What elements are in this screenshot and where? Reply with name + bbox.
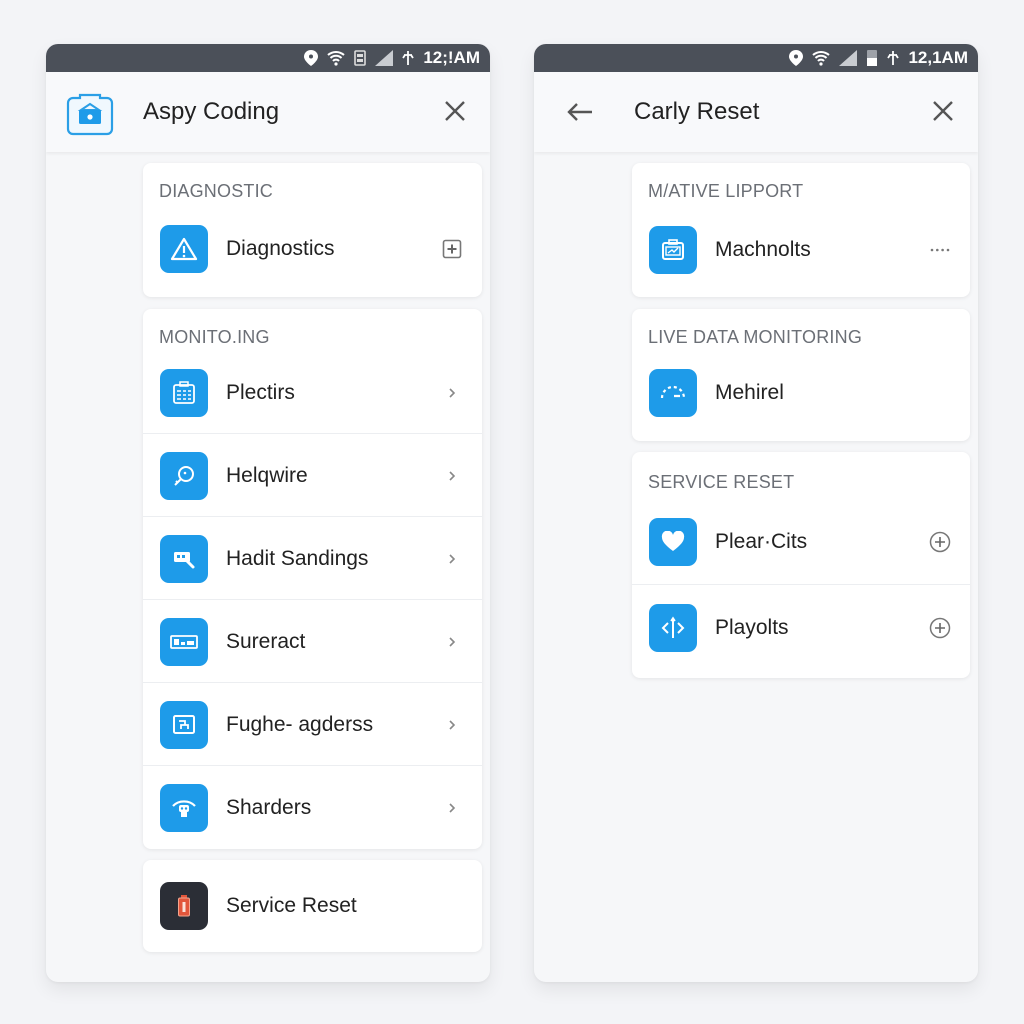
page-title: Aspy Coding (143, 98, 280, 125)
phone-screen-right: 12,1AM Carly Reset M/ATIVE LIPPORT Machn… (534, 44, 978, 982)
status-time: 12;!AM (423, 48, 480, 67)
signal-icon (375, 50, 394, 66)
divider (143, 682, 482, 683)
chevron-right-icon (440, 630, 464, 654)
item-label: Playolts (715, 616, 789, 639)
clipboard-grid-icon (160, 369, 208, 417)
page-title: Carly Reset (634, 98, 760, 125)
circle-plus-icon[interactable] (928, 616, 952, 640)
arrow-left-icon (567, 103, 592, 121)
section-card-monitoring: MONITO.ING Plectirs Helqwire Hadit Sandi… (143, 309, 482, 849)
item-label: Mehirel (715, 381, 784, 404)
list-item-plectirs[interactable]: Plectirs (143, 368, 482, 418)
close-button[interactable] (928, 96, 958, 126)
close-icon (933, 101, 953, 121)
display-panel-icon (160, 618, 208, 666)
item-label: Sharders (226, 796, 312, 819)
section-card-service-reset: SERVICE RESET Plear·Cits Playolts (632, 452, 970, 678)
status-bar: 12;!AM (46, 44, 490, 72)
wifi-robot-icon (160, 784, 208, 832)
app-bar: Aspy Coding (46, 72, 490, 152)
section-title: M/ATIVE LIPPORT (648, 181, 804, 201)
status-time: 12,1AM (908, 48, 968, 67)
phone-screen-left: 12;!AM Aspy Coding DIAGNOSTIC Diagnostic… (46, 44, 490, 982)
list-item-diagnostics[interactable]: Diagnostics (143, 224, 482, 274)
location-icon (304, 50, 319, 66)
divider (143, 599, 482, 600)
status-bar: 12,1AM (534, 44, 978, 72)
chevron-right-icon (440, 464, 464, 488)
item-label: Plectirs (226, 381, 295, 404)
list-item-helqwire[interactable]: Helqwire (143, 451, 482, 501)
item-label: Fughe- agderss (226, 713, 374, 736)
list-item-mehirel[interactable]: Mehirel (632, 368, 970, 418)
toolbox-icon (649, 226, 697, 274)
signal-icon (839, 50, 858, 66)
item-label: Service Reset (226, 894, 357, 917)
sim-icon (354, 50, 367, 66)
item-label: Hadit Sandings (226, 547, 369, 570)
divider (632, 584, 970, 585)
wifi-icon (327, 50, 345, 66)
list-item-fughe-agderss[interactable]: Fughe- agderss (143, 700, 482, 750)
chevron-right-icon (440, 713, 464, 737)
battery-icon (160, 882, 208, 930)
list-item-playolts[interactable]: Playolts (632, 603, 970, 653)
list-item-plear-cits[interactable]: Plear·Cits (632, 517, 970, 567)
chevron-right-icon (440, 796, 464, 820)
code-icon (649, 604, 697, 652)
more-dots-icon[interactable] (928, 238, 952, 262)
close-icon (445, 101, 465, 121)
item-label: Sureract (226, 630, 306, 653)
item-label: Machnolts (715, 238, 811, 261)
plus-square-icon[interactable] (440, 237, 464, 261)
list-item-machnolts[interactable]: Machnolts (632, 225, 970, 275)
section-card-live-data: LIVE DATA MONITORING Mehirel (632, 309, 970, 441)
divider (143, 765, 482, 766)
magnifier-icon (160, 452, 208, 500)
list-item-sureract[interactable]: Sureract (143, 617, 482, 667)
section-card-mative-support: M/ATIVE LIPPORT Machnolts (632, 163, 970, 297)
circle-plus-icon[interactable] (928, 530, 952, 554)
app-bar: Carly Reset (534, 72, 978, 152)
divider (143, 516, 482, 517)
chevron-right-icon (440, 547, 464, 571)
list-item-service-reset[interactable]: Service Reset (143, 881, 482, 931)
search-card-icon (160, 535, 208, 583)
section-title: MONITO.ING (159, 327, 270, 347)
list-item-sharders[interactable]: Sharders (143, 783, 482, 833)
monitor-icon (160, 701, 208, 749)
close-button[interactable] (440, 96, 470, 126)
location-icon (789, 50, 804, 66)
camera-lock-icon (66, 90, 114, 136)
section-title: DIAGNOSTIC (159, 181, 274, 201)
section-card-service-reset: Service Reset (143, 860, 482, 952)
gauge-icon (649, 369, 697, 417)
list-item-hadit-sandings[interactable]: Hadit Sandings (143, 534, 482, 584)
item-label: Helqwire (226, 464, 308, 487)
wifi-icon (812, 50, 831, 66)
item-label: Plear·Cits (715, 530, 808, 553)
chevron-right-icon (440, 381, 464, 405)
item-label: Diagnostics (226, 237, 335, 260)
battery-icon (866, 49, 878, 67)
section-card-diagnostic: DIAGNOSTIC Diagnostics (143, 163, 482, 297)
section-title: LIVE DATA MONITORING (648, 327, 863, 347)
heart-icon (649, 518, 697, 566)
data-icon (402, 50, 415, 66)
back-button[interactable] (566, 97, 598, 127)
warning-icon (160, 225, 208, 273)
divider (143, 433, 482, 434)
section-title: SERVICE RESET (648, 472, 795, 492)
data-icon (887, 50, 900, 66)
